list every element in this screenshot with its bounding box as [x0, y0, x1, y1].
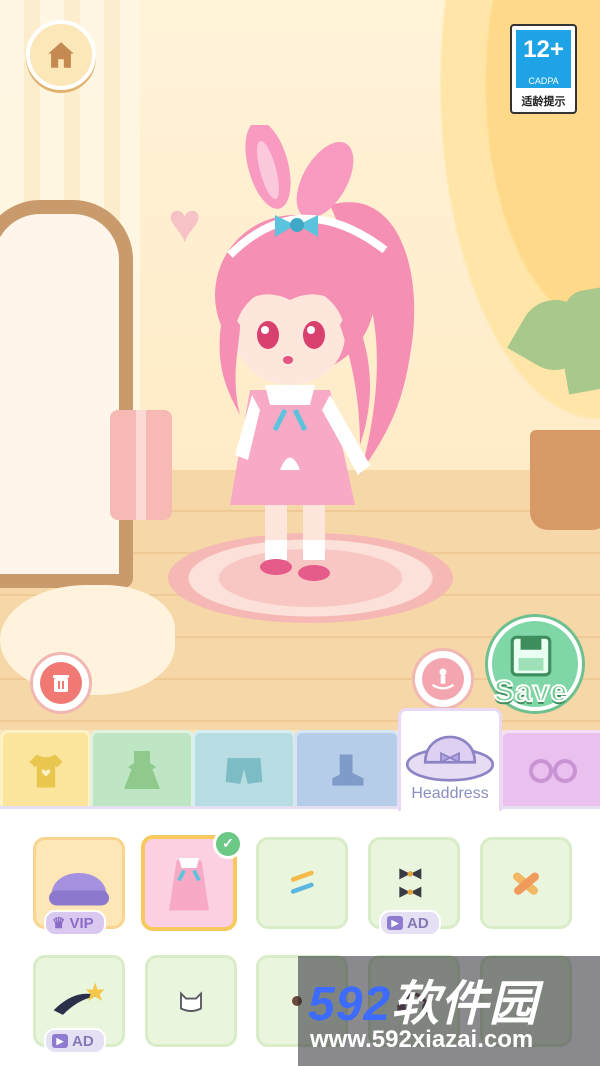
item-bunny-outfit[interactable]: ✓ — [141, 829, 243, 931]
selected-check-icon: ✓ — [213, 829, 243, 859]
cross-clips-icon — [512, 872, 540, 895]
item-cross-clips[interactable] — [480, 837, 572, 929]
watermark-number: 592 — [308, 978, 392, 1031]
mirror — [0, 200, 133, 588]
bunny-outfit-icon — [169, 858, 209, 911]
home-icon — [48, 42, 74, 68]
beanie-icon — [49, 873, 109, 906]
watermark-text: 软件园 — [391, 978, 539, 1031]
age-rating-badge: 12+ CADPA 适龄提示 — [510, 24, 577, 114]
moon-star-icon — [53, 982, 105, 1015]
shorts-icon — [225, 757, 263, 784]
gift-box — [110, 410, 172, 520]
rating-org: CADPA — [516, 74, 571, 88]
ad-badge: ▶ AD — [44, 1028, 106, 1054]
item-cat-clip[interactable] — [145, 955, 237, 1047]
vip-badge: ♛ VIP — [44, 910, 106, 936]
hair-clips-icon — [290, 870, 314, 894]
character[interactable] — [210, 125, 430, 590]
tab-bottoms[interactable] — [192, 730, 296, 811]
rotate-character-icon — [431, 668, 455, 690]
watermark-url: www.592xiazai.com — [310, 1026, 534, 1053]
vip-label: VIP — [69, 914, 94, 932]
tab-headdress[interactable]: Headdress — [398, 708, 502, 811]
item-moon-star[interactable]: ▶ AD — [33, 955, 125, 1054]
dress-icon — [124, 750, 160, 789]
shirt-icon — [29, 754, 62, 787]
rotate-character-button[interactable] — [412, 648, 474, 710]
watermark-overlay: 592软件园 www.592xiazai.com — [298, 956, 600, 1066]
save-button[interactable]: Save — [482, 617, 582, 715]
floppy-disk-icon — [510, 635, 552, 677]
cat-clip-icon — [180, 991, 202, 1012]
item-bow-clips[interactable]: ▶ AD — [368, 837, 460, 936]
tab-tops[interactable] — [0, 730, 91, 811]
crown-icon: ♛ — [52, 915, 66, 932]
trash-icon — [53, 675, 69, 692]
save-label: Save — [493, 674, 569, 709]
hat-icon — [405, 735, 495, 782]
plant-pot — [530, 430, 600, 530]
dress-up-scene: ♥ 12+ CADPA 适龄提示 Save Headdress ♛ VIP ✓ … — [0, 0, 600, 1066]
item-beanie[interactable]: ♛ VIP — [33, 837, 125, 936]
boots-icon — [332, 754, 364, 786]
item-hair-clips[interactable] — [256, 837, 348, 929]
tab-glasses[interactable] — [500, 730, 600, 811]
tab-dresses[interactable] — [90, 730, 194, 811]
age-note: 适龄提示 — [521, 96, 566, 108]
ad-label: AD — [407, 914, 429, 932]
tab-shoes[interactable] — [294, 730, 400, 811]
reset-outfit-button[interactable] — [30, 652, 92, 714]
home-button[interactable] — [26, 20, 96, 90]
watermark-title: 592软件园 — [308, 964, 538, 1034]
video-ad-icon: ▶ — [387, 916, 403, 930]
ad-badge: ▶ AD — [379, 910, 441, 936]
age-rating: 12+ — [516, 30, 571, 74]
bow-clips-icon — [399, 868, 422, 898]
ad-label: AD — [72, 1032, 94, 1050]
tab-headdress-label: Headdress — [411, 785, 489, 802]
video-ad-icon: ▶ — [52, 1034, 68, 1048]
glasses-icon — [529, 758, 577, 783]
